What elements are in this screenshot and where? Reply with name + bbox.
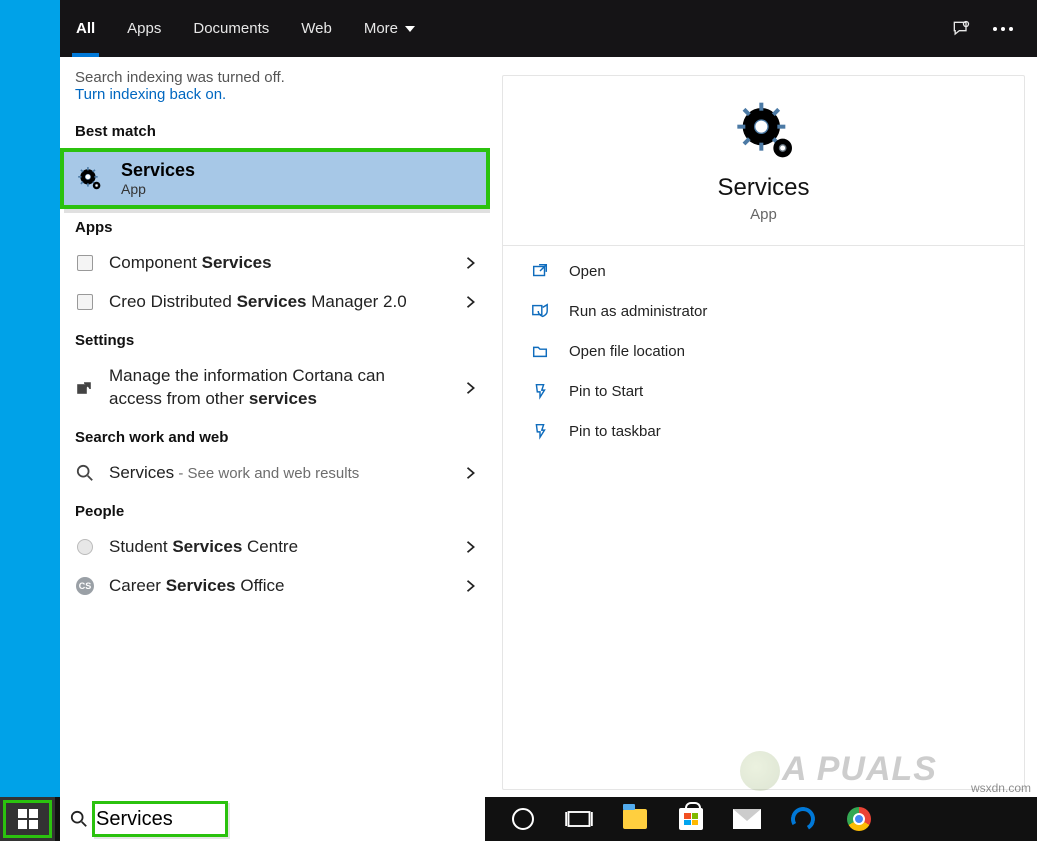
search-icon bbox=[75, 463, 95, 483]
taskbar bbox=[0, 797, 1037, 841]
tab-documents-label: Documents bbox=[193, 20, 269, 37]
best-match-services[interactable]: Services App bbox=[60, 148, 490, 209]
preview-card: Services App Open Run as administrator O… bbox=[502, 75, 1025, 790]
tab-all[interactable]: All bbox=[60, 0, 111, 57]
best-match-title: Services bbox=[121, 160, 195, 181]
turn-indexing-on-link[interactable]: Turn indexing back on. bbox=[75, 86, 226, 103]
tab-apps-label: Apps bbox=[127, 20, 161, 37]
pin-icon bbox=[529, 420, 551, 442]
indexing-off-msg: Search indexing was turned off. bbox=[75, 69, 475, 86]
tab-apps[interactable]: Apps bbox=[111, 0, 177, 57]
folder-icon bbox=[529, 340, 551, 362]
result-label: Student Services Centre bbox=[109, 536, 448, 559]
tab-all-label: All bbox=[76, 20, 95, 37]
result-label: Manage the information Cortana can acces… bbox=[109, 365, 448, 411]
windows-logo-icon bbox=[18, 809, 38, 829]
section-settings: Settings bbox=[60, 322, 490, 357]
chevron-right-icon[interactable] bbox=[462, 293, 480, 311]
file-explorer-icon[interactable] bbox=[621, 805, 649, 833]
chrome-icon[interactable] bbox=[845, 805, 873, 833]
services-gear-icon bbox=[732, 100, 796, 164]
chevron-right-icon[interactable] bbox=[462, 577, 480, 595]
search-icon bbox=[70, 810, 88, 828]
action-label: Open file location bbox=[569, 343, 685, 360]
action-pin-taskbar[interactable]: Pin to taskbar bbox=[529, 420, 998, 442]
indexing-notice: Search indexing was turned off. Turn ind… bbox=[60, 57, 490, 113]
result-label: Services - See work and web results bbox=[109, 462, 448, 485]
caret-down-icon bbox=[404, 23, 416, 35]
link-icon bbox=[75, 378, 95, 398]
taskbar-search-input[interactable] bbox=[96, 808, 475, 831]
action-run-admin[interactable]: Run as administrator bbox=[529, 300, 998, 322]
chevron-right-icon[interactable] bbox=[462, 254, 480, 272]
start-search-panel: All Apps Documents Web More Search index… bbox=[60, 0, 1037, 797]
preview-title: Services bbox=[717, 174, 809, 202]
taskbar-search-box[interactable] bbox=[60, 797, 485, 841]
result-label: Creo Distributed Services Manager 2.0 bbox=[109, 291, 448, 314]
open-icon bbox=[529, 260, 551, 282]
people-result-student-services[interactable]: Student Services Centre bbox=[60, 528, 490, 567]
chevron-right-icon[interactable] bbox=[462, 538, 480, 556]
result-label: Component Services bbox=[109, 252, 448, 275]
more-options-icon[interactable] bbox=[993, 27, 1013, 31]
action-label: Open bbox=[569, 263, 606, 280]
pin-icon bbox=[529, 380, 551, 402]
cortana-icon[interactable] bbox=[509, 805, 537, 833]
action-pin-start[interactable]: Pin to Start bbox=[529, 380, 998, 402]
chevron-right-icon[interactable] bbox=[462, 464, 480, 482]
microsoft-store-icon[interactable] bbox=[677, 805, 705, 833]
action-open-location[interactable]: Open file location bbox=[529, 340, 998, 362]
contact-badge-icon: CS bbox=[75, 576, 95, 596]
tab-more-label: More bbox=[364, 20, 398, 37]
feedback-icon[interactable] bbox=[951, 19, 971, 39]
shield-icon bbox=[529, 300, 551, 322]
task-view-icon[interactable] bbox=[565, 805, 593, 833]
section-best-match: Best match bbox=[60, 113, 490, 148]
start-button[interactable] bbox=[0, 797, 55, 841]
tab-documents[interactable]: Documents bbox=[177, 0, 285, 57]
edge-icon[interactable] bbox=[789, 805, 817, 833]
section-apps: Apps bbox=[60, 209, 490, 244]
action-open[interactable]: Open bbox=[529, 260, 998, 282]
section-people: People bbox=[60, 493, 490, 528]
action-label: Pin to taskbar bbox=[569, 423, 661, 440]
app-icon bbox=[75, 292, 95, 312]
chevron-right-icon[interactable] bbox=[462, 379, 480, 397]
action-label: Pin to Start bbox=[569, 383, 643, 400]
taskbar-tray bbox=[485, 805, 1037, 833]
tab-web-label: Web bbox=[301, 20, 332, 37]
tab-more[interactable]: More bbox=[348, 0, 432, 57]
mail-icon[interactable] bbox=[733, 805, 761, 833]
best-match-subtitle: App bbox=[121, 181, 195, 197]
results-column: Search indexing was turned off. Turn ind… bbox=[60, 57, 490, 797]
app-result-creo-services[interactable]: Creo Distributed Services Manager 2.0 bbox=[60, 283, 490, 322]
ww-result-services[interactable]: Services - See work and web results bbox=[60, 454, 490, 493]
site-watermark: wsxdn.com bbox=[971, 781, 1031, 795]
preview-column: Services App Open Run as administrator O… bbox=[490, 57, 1037, 797]
contact-icon bbox=[75, 537, 95, 557]
app-result-component-services[interactable]: Component Services bbox=[60, 244, 490, 283]
appuals-watermark: A PUALS bbox=[740, 750, 937, 791]
search-tab-bar: All Apps Documents Web More bbox=[60, 0, 1037, 57]
app-icon bbox=[75, 253, 95, 273]
services-gear-icon bbox=[75, 165, 103, 193]
preview-subtitle: App bbox=[750, 206, 777, 223]
people-result-career-services[interactable]: CS Career Services Office bbox=[60, 567, 490, 606]
action-label: Run as administrator bbox=[569, 303, 707, 320]
section-search-ww: Search work and web bbox=[60, 419, 490, 454]
settings-result-cortana-services[interactable]: Manage the information Cortana can acces… bbox=[60, 357, 490, 419]
tab-web[interactable]: Web bbox=[285, 0, 348, 57]
result-label: Career Services Office bbox=[109, 575, 448, 598]
